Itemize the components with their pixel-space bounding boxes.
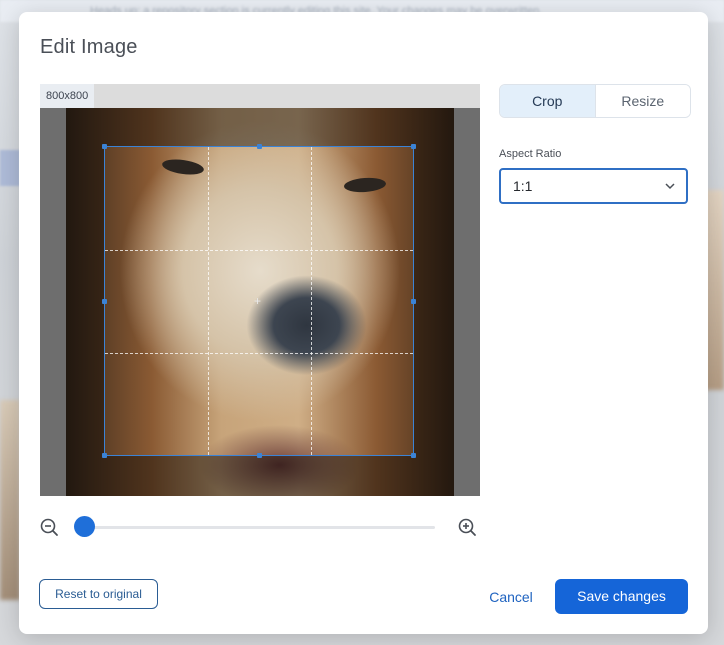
crop-selection-box[interactable]: + (102, 144, 416, 458)
crop-dim-bottom (66, 456, 454, 496)
crop-grid-line (311, 147, 312, 455)
crop-dim-top (66, 108, 454, 146)
background-image-left (0, 400, 20, 600)
crop-handle-top-right[interactable] (411, 144, 416, 149)
crop-handle-bottom-right[interactable] (411, 453, 416, 458)
aspect-ratio-select[interactable]: 1:1 (499, 168, 688, 204)
aspect-ratio-value: 1:1 (513, 178, 533, 194)
tab-resize[interactable]: Resize (594, 85, 690, 117)
save-changes-button[interactable]: Save changes (555, 579, 688, 614)
edit-image-modal: Edit Image 800x800 + Crop Resize Aspect … (19, 12, 708, 634)
dimensions-badge: 800x800 (40, 84, 95, 108)
cancel-button[interactable]: Cancel (459, 580, 563, 614)
crop-handle-bottom[interactable] (257, 453, 262, 458)
crop-handle-top-left[interactable] (102, 144, 107, 149)
zoom-out-icon[interactable] (39, 517, 61, 539)
modal-title: Edit Image (40, 36, 138, 58)
crop-handle-right[interactable] (411, 299, 416, 304)
stage-top-bar (40, 84, 480, 108)
crop-handle-top[interactable] (257, 144, 262, 149)
crop-handle-left[interactable] (102, 299, 107, 304)
crop-handle-bottom-left[interactable] (102, 453, 107, 458)
chevron-down-icon (665, 183, 675, 190)
crop-grid-line (105, 353, 413, 354)
crop-grid-line (208, 147, 209, 455)
reset-to-original-button[interactable]: Reset to original (39, 579, 158, 609)
background-nav-highlight (0, 150, 20, 186)
zoom-in-icon[interactable] (457, 517, 479, 539)
zoom-slider-track[interactable] (77, 526, 435, 529)
crop-dim-left (66, 146, 104, 456)
crop-grid-line (105, 250, 413, 251)
edit-mode-tabs: Crop Resize (499, 84, 691, 118)
crop-center-crosshair-icon: + (254, 294, 262, 308)
aspect-ratio-label: Aspect Ratio (499, 148, 562, 160)
crop-dim-right (414, 146, 454, 456)
tab-crop[interactable]: Crop (500, 85, 595, 117)
zoom-slider-thumb[interactable] (74, 516, 95, 537)
image-stage: 800x800 + (40, 84, 480, 496)
